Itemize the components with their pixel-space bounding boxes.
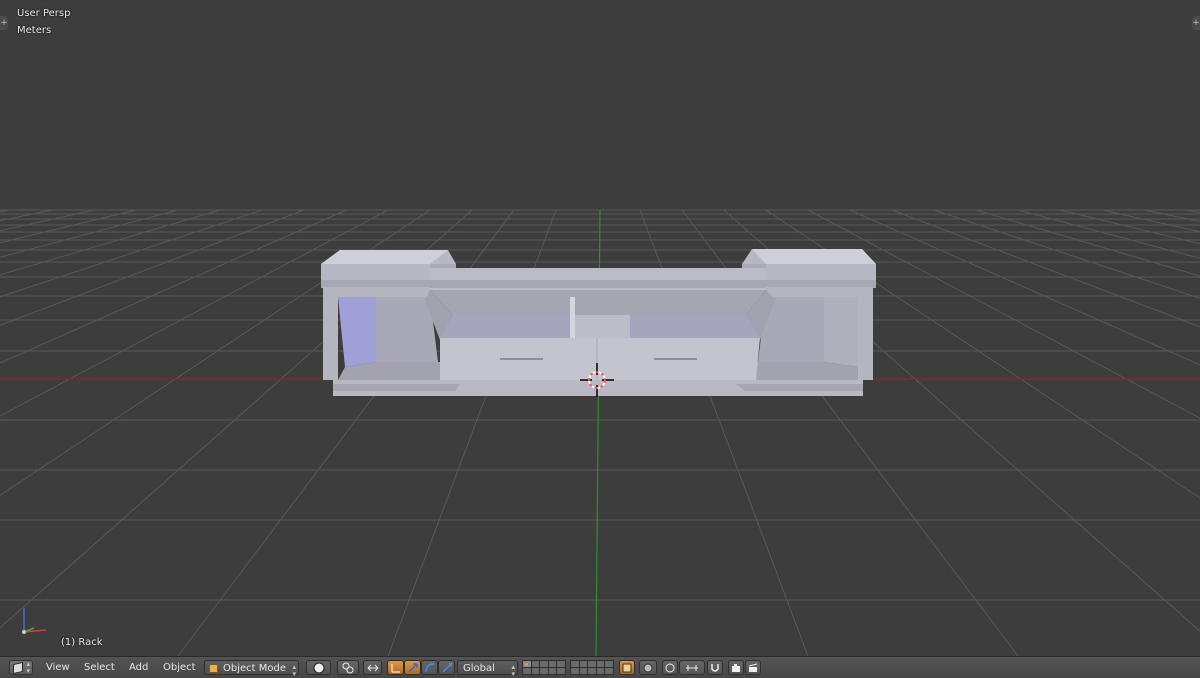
active-object-label: (1) Rack [61, 637, 103, 648]
properties-toggle-icon[interactable]: + [1192, 16, 1200, 30]
mode-select[interactable]: Object Mode ▴ ▾ [204, 660, 299, 678]
rotate-arc-icon [424, 663, 434, 673]
lock-layers-button[interactable] [619, 660, 635, 675]
view-menu[interactable]: View [40, 657, 76, 678]
render-icon [622, 663, 632, 673]
object-mode-icon [209, 664, 218, 673]
scale-toggle[interactable] [438, 660, 455, 675]
pivot-icon [342, 662, 354, 674]
units-label: Meters [17, 25, 52, 36]
translate-toggle[interactable] [404, 660, 421, 675]
translate-arrow-icon [407, 663, 418, 673]
sphere-icon [313, 662, 324, 674]
object-menu[interactable]: Object [157, 657, 202, 678]
orientation-select[interactable]: Global ▴ ▾ [457, 660, 518, 678]
editor-type-button[interactable]: ▴ ▾ [9, 660, 33, 675]
3d-viewport[interactable]: User Persp Meters (1) Rack + + [0, 0, 1200, 656]
toolshelf-toggle-icon[interactable]: + [0, 16, 8, 30]
manipulator-icon [367, 664, 378, 672]
camera-icon [732, 664, 740, 672]
axis-gizmo [22, 608, 47, 634]
widget-button[interactable] [363, 660, 382, 675]
manipulator-axes-icon [391, 664, 400, 673]
layers-group-1[interactable] [522, 660, 566, 675]
proportional-icon [665, 663, 675, 673]
updown-icon: ▴ ▾ [26, 660, 30, 675]
opengl-render-button[interactable] [728, 660, 744, 675]
snap-element-button[interactable] [679, 660, 705, 675]
rotate-toggle[interactable] [421, 660, 438, 675]
manipulator-toggle[interactable] [387, 660, 404, 675]
proportional-edit-button[interactable] [662, 660, 678, 675]
rack-model [321, 249, 876, 396]
magnet-icon [711, 664, 719, 672]
snap-button[interactable] [707, 660, 723, 675]
mode-select-value: Object Mode [223, 663, 286, 674]
snap-increment-icon [686, 665, 698, 671]
cube-icon [13, 661, 23, 675]
clapper-icon [748, 663, 758, 672]
opengl-anim-button[interactable] [745, 660, 761, 675]
shading-button[interactable] [306, 660, 331, 675]
layers-group-2[interactable] [570, 660, 614, 675]
select-menu[interactable]: Select [78, 657, 121, 678]
view-name-label: User Persp [17, 8, 71, 19]
add-menu[interactable]: Add [123, 657, 154, 678]
render-sphere-icon [643, 663, 653, 673]
orientation-select-value: Global [463, 663, 495, 674]
pivot-button[interactable] [337, 660, 359, 675]
render-preview-button[interactable] [639, 660, 657, 675]
viewport-header: ▴ ▾ View Select Add Object Object Mode ▴ ▾… [0, 656, 1200, 678]
scale-icon [441, 663, 452, 673]
3d-scene[interactable] [0, 0, 1200, 656]
layer-1 [523, 661, 531, 667]
